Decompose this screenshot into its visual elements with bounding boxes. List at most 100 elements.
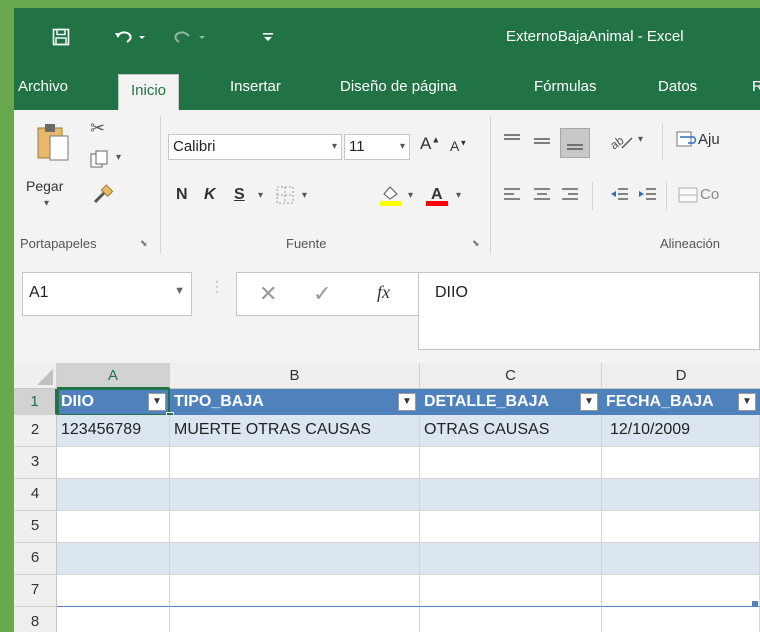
table-header-cell[interactable]: DETALLE_BAJA ▼: [420, 389, 602, 415]
table-cell[interactable]: 12/10/2009: [602, 415, 760, 447]
table-cell[interactable]: [57, 607, 170, 632]
align-center-icon[interactable]: [532, 186, 554, 208]
table-cell[interactable]: 123456789: [57, 415, 170, 447]
align-left-icon[interactable]: [502, 186, 524, 208]
redo-icon[interactable]: [170, 22, 210, 52]
filter-dropdown-icon[interactable]: ▼: [738, 393, 756, 411]
excel-window: ExternoBajaAnimal - Excel Archivo Inicio…: [14, 8, 760, 632]
borders-icon[interactable]: [276, 186, 296, 206]
customize-qat-icon[interactable]: [258, 22, 278, 52]
paste-button[interactable]: Pegar ▾: [26, 118, 74, 210]
tab-insertar[interactable]: Insertar: [230, 78, 281, 95]
orientation-icon[interactable]: ab ▾: [607, 130, 650, 154]
table-cell[interactable]: [420, 447, 602, 479]
row-header-6[interactable]: 6: [14, 543, 57, 575]
font-launcher-icon[interactable]: ⬊: [472, 238, 484, 250]
table-cell[interactable]: [57, 511, 170, 543]
select-all-corner[interactable]: [14, 363, 57, 389]
confirm-entry-icon[interactable]: ✓: [313, 281, 331, 307]
fill-color-dropdown-icon[interactable]: ▾: [408, 190, 413, 201]
table-cell[interactable]: [57, 575, 170, 607]
row-header-5[interactable]: 5: [14, 511, 57, 543]
table-cell[interactable]: [602, 479, 760, 511]
underline-button[interactable]: S: [234, 186, 245, 204]
table-cell[interactable]: [170, 447, 420, 479]
table-cell[interactable]: [170, 607, 420, 632]
table-cell[interactable]: [170, 543, 420, 575]
align-middle-icon[interactable]: [532, 132, 554, 154]
grow-font-button[interactable]: A▲: [420, 134, 440, 154]
wrap-text-button[interactable]: Aju: [676, 130, 760, 154]
table-header-cell[interactable]: DIIO ▼: [57, 389, 170, 415]
filter-dropdown-icon[interactable]: ▼: [148, 393, 166, 411]
table-cell[interactable]: [420, 543, 602, 575]
row-header-2[interactable]: 2: [14, 415, 57, 447]
italic-button[interactable]: K: [204, 186, 216, 204]
font-size-select[interactable]: 11 ▾: [344, 134, 410, 160]
name-box[interactable]: A1 ▼: [22, 272, 192, 316]
row-header-1[interactable]: 1: [14, 389, 57, 415]
decrease-indent-icon[interactable]: [610, 186, 632, 208]
table-cell[interactable]: [602, 575, 760, 607]
tab-inicio[interactable]: Inicio: [118, 74, 180, 110]
table-cell[interactable]: [602, 607, 760, 632]
table-cell[interactable]: [420, 575, 602, 607]
shrink-font-button[interactable]: A▼: [450, 138, 467, 154]
insert-function-icon[interactable]: fx: [377, 282, 390, 303]
table-cell[interactable]: [420, 511, 602, 543]
tab-diseno-pagina[interactable]: Diseño de página: [340, 78, 457, 95]
table-cell[interactable]: OTRAS CAUSAS: [420, 415, 602, 447]
formula-bar-grip-icon[interactable]: ⋮: [210, 279, 224, 306]
table-cell[interactable]: [170, 511, 420, 543]
column-header-a[interactable]: A: [57, 363, 170, 389]
column-header-b[interactable]: B: [170, 363, 420, 389]
undo-icon[interactable]: [110, 22, 150, 52]
increase-indent-icon[interactable]: [638, 186, 660, 208]
table-header-cell[interactable]: FECHA_BAJA ▼: [602, 389, 760, 415]
row-header-8[interactable]: 8: [14, 607, 57, 632]
table-cell[interactable]: [602, 543, 760, 575]
table-cell[interactable]: [57, 479, 170, 511]
table-cell[interactable]: [170, 575, 420, 607]
table-header-cell[interactable]: TIPO_BAJA ▼: [170, 389, 420, 415]
merge-center-button[interactable]: Co: [678, 186, 760, 210]
fill-color-icon[interactable]: [380, 184, 406, 208]
align-top-icon[interactable]: [502, 132, 524, 154]
row-header-7[interactable]: 7: [14, 575, 57, 607]
formula-input[interactable]: DIIO: [418, 272, 760, 350]
align-right-icon[interactable]: [560, 186, 582, 208]
format-painter-icon[interactable]: [92, 184, 116, 208]
tab-archivo[interactable]: Archivo: [18, 78, 68, 95]
worksheet-grid[interactable]: A B C D 1 2 3 4 5 6 7 8 DIIO ▼ TIPO_BAJA…: [14, 363, 760, 632]
table-cell[interactable]: [57, 447, 170, 479]
tab-formulas[interactable]: Fórmulas: [534, 78, 597, 95]
table-cell[interactable]: [170, 479, 420, 511]
font-color-dropdown-icon[interactable]: ▾: [456, 190, 461, 201]
cancel-entry-icon[interactable]: ✕: [259, 281, 277, 307]
table-cell[interactable]: [420, 607, 602, 632]
filter-dropdown-icon[interactable]: ▼: [398, 393, 416, 411]
filter-dropdown-icon[interactable]: ▼: [580, 393, 598, 411]
column-header-d[interactable]: D: [602, 363, 760, 389]
copy-icon[interactable]: ▾: [90, 150, 130, 172]
svg-text:A: A: [431, 186, 443, 203]
tab-revisar[interactable]: R: [752, 78, 760, 95]
table-cell[interactable]: [57, 543, 170, 575]
row-header-4[interactable]: 4: [14, 479, 57, 511]
table-cell[interactable]: MUERTE OTRAS CAUSAS: [170, 415, 420, 447]
clipboard-launcher-icon[interactable]: ⬊: [140, 238, 152, 250]
font-family-select[interactable]: Calibri ▾: [168, 134, 342, 160]
font-color-icon[interactable]: A: [426, 184, 452, 208]
row-header-3[interactable]: 3: [14, 447, 57, 479]
save-icon[interactable]: [46, 22, 76, 52]
align-bottom-icon[interactable]: [560, 128, 590, 158]
table-cell[interactable]: [602, 511, 760, 543]
borders-dropdown-icon[interactable]: ▾: [302, 190, 307, 201]
underline-dropdown-icon[interactable]: ▾: [258, 190, 263, 201]
tab-datos[interactable]: Datos: [658, 78, 697, 95]
column-header-c[interactable]: C: [420, 363, 602, 389]
table-cell[interactable]: [420, 479, 602, 511]
cut-icon[interactable]: ✂: [90, 118, 112, 140]
table-cell[interactable]: [602, 447, 760, 479]
bold-button[interactable]: N: [176, 186, 188, 204]
